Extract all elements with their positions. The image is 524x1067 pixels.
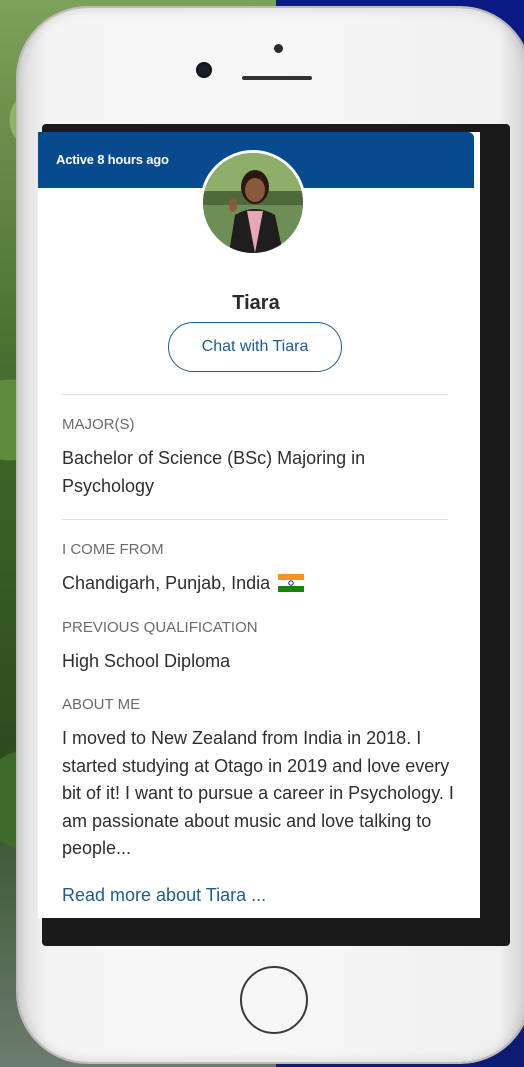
chat-button-label: Chat with Tiara [201,338,309,355]
proximity-sensor [274,44,283,53]
avatar [200,150,306,256]
qualification-value: High School Diploma [62,651,231,671]
front-camera-icon [196,62,212,78]
about-value: I moved to New Zealand from India in 201… [62,728,454,858]
about-label: ABOUT ME [62,696,141,713]
active-status: Active 8 hours ago [56,152,169,167]
read-more-link[interactable]: Read more about Tiara ... [62,885,266,906]
come-from-label: I COME FROM [62,541,164,558]
major-label: MAJOR(S) [62,416,135,433]
come-from-value: Chandigarh, Punjab, India [62,573,271,593]
major-value: Bachelor of Science (BSc) Majoring in Ps… [62,448,366,496]
home-button[interactable] [240,966,308,1034]
profile-card: Active 8 hours ago Tiara Chat with Tiara… [38,132,480,918]
divider [62,519,448,520]
avatar-photo-icon [203,153,303,253]
qualification-label: PREVIOUS QUALIFICATION [62,619,258,636]
come-from-row: Chandigarh, Punjab, India [62,569,452,597]
divider [62,394,448,395]
profile-name: Tiara [232,292,280,314]
chat-button[interactable]: Chat with Tiara [168,322,342,372]
earpiece-speaker [242,76,312,80]
india-flag-icon [278,572,305,592]
